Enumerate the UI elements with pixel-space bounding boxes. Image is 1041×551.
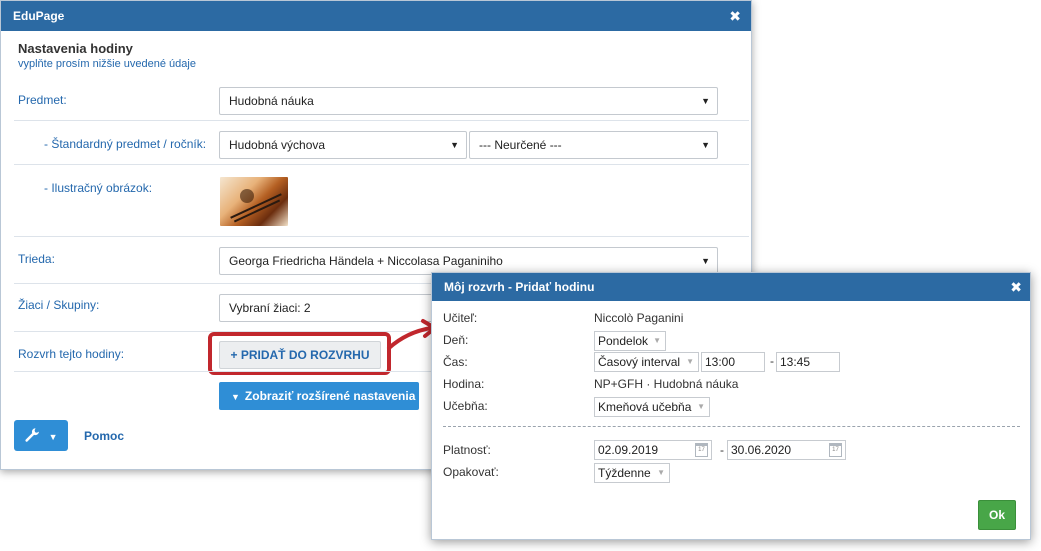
advanced-button-label: Zobraziť rozšírené nastavenia (244, 389, 416, 403)
schedule-label: Rozvrh tejto hodiny: (18, 347, 125, 361)
valid-to-input[interactable]: 30.06.2020 17 (727, 440, 846, 460)
popup-titlebar: Môj rozvrh - Pridať hodinu ✖ (432, 273, 1030, 301)
class-select[interactable]: Georga Friedricha Händela + Niccolasa Pa… (219, 247, 718, 275)
validity-dash: - (720, 443, 724, 457)
highlight-annotation (208, 332, 391, 375)
time-mode-select[interactable]: Časový interval ▼ (594, 352, 699, 372)
teacher-label: Učiteľ: (443, 311, 478, 325)
add-lesson-dialog: Môj rozvrh - Pridať hodinu ✖ Učiteľ: Nic… (431, 272, 1031, 540)
chevron-down-icon: ▼ (686, 357, 694, 366)
main-title: EduPage (13, 9, 65, 23)
class-label: Trieda: (18, 252, 55, 266)
lesson-label: Hodina: (443, 377, 485, 391)
standard-subject-label: - Štandardný predmet / ročník: (44, 137, 207, 151)
validity-label: Platnosť: (443, 443, 491, 457)
violin-illustration-image[interactable] (220, 177, 288, 226)
grade-select[interactable]: --- Neurčené --- ▼ (469, 131, 718, 159)
students-select-value: Vybraní žiaci: 2 (229, 301, 311, 315)
standard-subject-select[interactable]: Hudobná výchova ▼ (219, 131, 467, 159)
main-titlebar: EduPage ✖ (1, 1, 751, 31)
main-close-icon[interactable]: ✖ (729, 1, 741, 31)
show-advanced-settings-button[interactable]: ▼ Zobraziť rozšírené nastavenia (219, 382, 419, 410)
repeat-select[interactable]: Týždenne ▼ (594, 463, 670, 483)
time-label: Čas: (443, 355, 468, 369)
day-label: Deň: (443, 333, 469, 347)
valid-from-value: 02.09.2019 (598, 443, 659, 457)
popup-close-icon[interactable]: ✖ (1010, 273, 1022, 301)
tools-menu-button[interactable]: ▼ (14, 420, 68, 451)
page-subtitle: vyplňte prosím nižšie uvedené údaje (18, 58, 196, 70)
room-select[interactable]: Kmeňová učebňa ▼ (594, 397, 710, 417)
chevron-down-icon: ▼ (653, 336, 661, 345)
valid-from-input[interactable]: 02.09.2019 17 (594, 440, 712, 460)
room-select-value: Kmeňová učebňa (598, 400, 692, 414)
chevron-down-icon: ▼ (697, 402, 705, 411)
grade-select-value: --- Neurčené --- (479, 138, 562, 152)
divider (14, 236, 749, 237)
time-dash: - (770, 354, 774, 368)
wrench-icon (24, 427, 44, 444)
chevron-down-icon: ▼ (701, 256, 710, 266)
teacher-value: Niccolò Paganini (594, 311, 684, 325)
day-select[interactable]: Pondelok ▼ (594, 331, 666, 351)
repeat-label: Opakovať: (443, 465, 499, 479)
time-from-input[interactable]: 13:00 (701, 352, 765, 372)
chevron-down-icon: ▼ (657, 468, 665, 477)
students-label: Žiaci / Skupiny: (18, 298, 100, 312)
subject-select-value: Hudobná náuka (229, 94, 314, 108)
room-label: Učebňa: (443, 399, 488, 413)
standard-subject-value: Hudobná výchova (229, 138, 326, 152)
page-title: Nastavenia hodiny (18, 41, 133, 56)
time-to-input[interactable]: 13:45 (776, 352, 840, 372)
calendar-icon[interactable]: 17 (829, 443, 842, 457)
calendar-icon[interactable]: 17 (695, 443, 708, 457)
help-link[interactable]: Pomoc (84, 429, 124, 443)
repeat-select-value: Týždenne (598, 466, 651, 480)
day-select-value: Pondelok (598, 334, 649, 348)
divider (14, 164, 749, 165)
lesson-value: NP+GFH · Hudobná náuka (594, 377, 739, 391)
class-select-value: Georga Friedricha Händela + Niccolasa Pa… (229, 254, 503, 268)
chevron-down-icon: ▼ (450, 140, 459, 150)
chevron-down-icon: ▼ (48, 432, 58, 442)
valid-to-value: 30.06.2020 (731, 443, 792, 457)
subject-label: Predmet: (18, 93, 67, 107)
time-mode-value: Časový interval (598, 355, 681, 369)
divider (14, 120, 749, 121)
chevron-down-icon: ▼ (231, 392, 240, 402)
chevron-down-icon: ▼ (701, 96, 710, 106)
illustration-label: - Ilustračný obrázok: (44, 181, 153, 195)
ok-button[interactable]: Ok (978, 500, 1016, 530)
chevron-down-icon: ▼ (701, 140, 710, 150)
subject-select[interactable]: Hudobná náuka ▼ (219, 87, 718, 115)
divider (443, 426, 1020, 427)
popup-title: Môj rozvrh - Pridať hodinu (444, 280, 595, 294)
